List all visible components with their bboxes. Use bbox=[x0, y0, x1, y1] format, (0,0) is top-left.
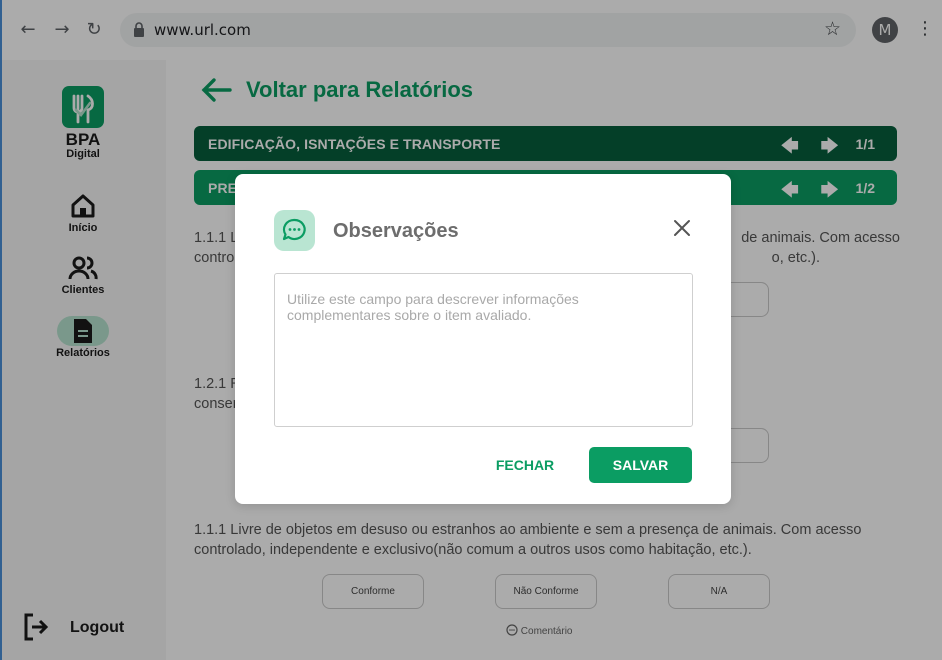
modal-title: Observações bbox=[333, 220, 459, 242]
close-icon[interactable] bbox=[672, 218, 692, 238]
observacoes-modal: Observações FECHAR SALVAR bbox=[235, 174, 731, 504]
fechar-button[interactable]: FECHAR bbox=[484, 447, 566, 483]
modal-icon bbox=[274, 210, 315, 251]
salvar-button[interactable]: SALVAR bbox=[589, 447, 692, 483]
chat-bubble-icon bbox=[282, 218, 306, 241]
observacoes-textarea[interactable] bbox=[274, 273, 693, 427]
